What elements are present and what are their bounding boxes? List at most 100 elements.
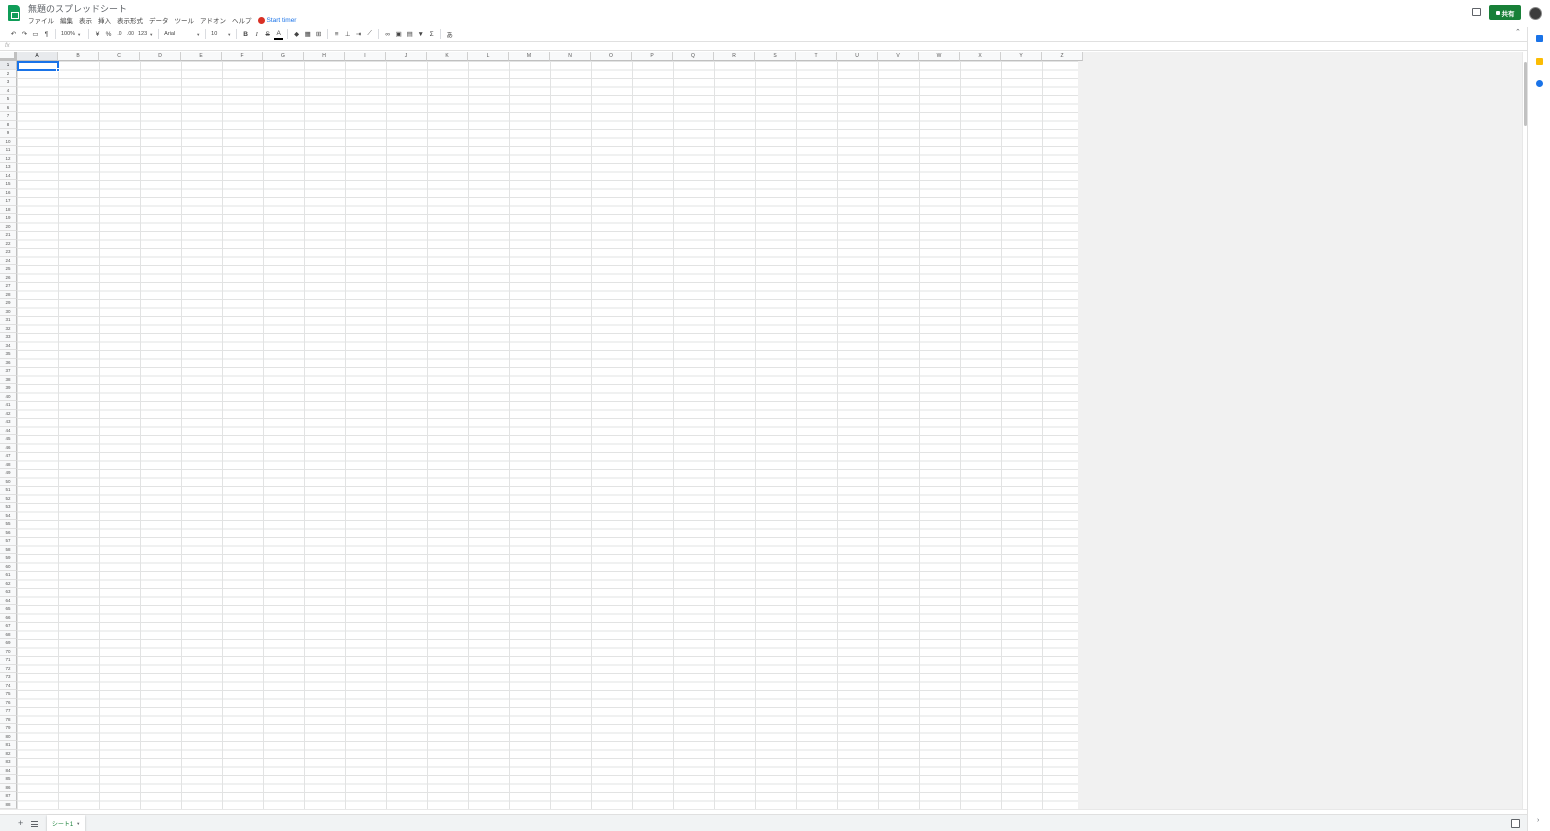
row-header[interactable]: 9: [0, 129, 17, 138]
share-button[interactable]: 共有: [1489, 5, 1521, 20]
column-header[interactable]: M: [509, 52, 550, 61]
row-header[interactable]: 16: [0, 188, 17, 197]
row-header[interactable]: 2: [0, 69, 17, 78]
row-header[interactable]: 76: [0, 698, 17, 707]
column-header[interactable]: W: [919, 52, 960, 61]
select-all-corner[interactable]: [0, 52, 17, 61]
row-header[interactable]: 4: [0, 86, 17, 95]
row-header[interactable]: 80: [0, 732, 17, 741]
row-header[interactable]: 31: [0, 316, 17, 325]
row-header[interactable]: 38: [0, 375, 17, 384]
row-header[interactable]: 36: [0, 358, 17, 367]
zoom-select[interactable]: 100% ▼: [59, 29, 85, 40]
row-header[interactable]: 75: [0, 690, 17, 699]
column-header[interactable]: L: [468, 52, 509, 61]
row-header[interactable]: 1: [0, 61, 17, 70]
undo-icon[interactable]: ↶: [9, 28, 18, 40]
cell-area[interactable]: [17, 61, 1078, 809]
row-header[interactable]: 79: [0, 724, 17, 733]
insert-chart-icon[interactable]: ▤: [405, 28, 414, 40]
row-header[interactable]: 8: [0, 120, 17, 129]
active-cell-a1[interactable]: [17, 61, 59, 71]
row-header[interactable]: 53: [0, 503, 17, 512]
redo-icon[interactable]: ↷: [20, 28, 29, 40]
text-rotation-icon[interactable]: ⟋: [365, 28, 374, 40]
column-header[interactable]: S: [755, 52, 796, 61]
row-header[interactable]: 17: [0, 197, 17, 206]
comment-history-icon[interactable]: [1472, 8, 1481, 16]
row-header[interactable]: 45: [0, 435, 17, 444]
row-header[interactable]: 69: [0, 639, 17, 648]
column-header[interactable]: N: [550, 52, 591, 61]
row-header[interactable]: 30: [0, 307, 17, 316]
font-size-select[interactable]: 10 ▼: [209, 29, 233, 40]
row-header[interactable]: 82: [0, 749, 17, 758]
row-header[interactable]: 66: [0, 613, 17, 622]
text-color-button[interactable]: A: [274, 28, 284, 40]
row-header[interactable]: 54: [0, 511, 17, 520]
row-header[interactable]: 41: [0, 401, 17, 410]
formula-bar[interactable]: fx: [0, 41, 1527, 51]
column-header[interactable]: V: [878, 52, 919, 61]
row-header[interactable]: 18: [0, 205, 17, 214]
column-header[interactable]: K: [427, 52, 468, 61]
menu-file[interactable]: ファイル: [28, 15, 54, 25]
row-header[interactable]: 84: [0, 766, 17, 775]
column-header[interactable]: I: [345, 52, 386, 61]
avatar[interactable]: [1529, 7, 1542, 20]
row-header[interactable]: 49: [0, 469, 17, 478]
row-header[interactable]: 59: [0, 554, 17, 563]
row-header[interactable]: 52: [0, 494, 17, 503]
chevron-down-icon[interactable]: ▼: [76, 821, 80, 826]
row-header[interactable]: 10: [0, 137, 17, 146]
document-title[interactable]: 無題のスプレッドシート: [28, 2, 127, 15]
row-header[interactable]: 68: [0, 630, 17, 639]
borders-icon[interactable]: ▦: [303, 28, 312, 40]
row-header[interactable]: 81: [0, 741, 17, 750]
row-header[interactable]: 15: [0, 180, 17, 189]
row-header[interactable]: 12: [0, 154, 17, 163]
row-header[interactable]: 83: [0, 758, 17, 767]
row-header[interactable]: 35: [0, 350, 17, 359]
column-header[interactable]: R: [714, 52, 755, 61]
row-header[interactable]: 43: [0, 418, 17, 427]
keep-icon[interactable]: [1536, 58, 1543, 65]
row-header[interactable]: 6: [0, 103, 17, 112]
column-header[interactable]: H: [304, 52, 345, 61]
filter-icon[interactable]: ▼: [416, 28, 425, 40]
row-header[interactable]: 48: [0, 460, 17, 469]
row-header[interactable]: 56: [0, 528, 17, 537]
menu-data[interactable]: データ: [149, 15, 169, 25]
tasks-icon[interactable]: [1536, 80, 1543, 87]
row-header[interactable]: 50: [0, 477, 17, 486]
column-header[interactable]: J: [386, 52, 427, 61]
column-header[interactable]: Q: [673, 52, 714, 61]
chevron-right-icon[interactable]: ›: [1537, 817, 1539, 824]
row-header[interactable]: 87: [0, 792, 17, 801]
column-header[interactable]: X: [960, 52, 1001, 61]
italic-button[interactable]: I: [252, 28, 261, 40]
explore-icon[interactable]: [1511, 819, 1520, 828]
horizontal-align-icon[interactable]: ≡: [332, 28, 341, 40]
row-header[interactable]: 34: [0, 341, 17, 350]
font-select[interactable]: Arial ▼: [162, 29, 202, 40]
row-header[interactable]: 13: [0, 163, 17, 172]
row-header[interactable]: 24: [0, 256, 17, 265]
row-header[interactable]: 21: [0, 231, 17, 240]
paint-format-icon[interactable]: ¶: [42, 28, 51, 40]
row-header[interactable]: 11: [0, 146, 17, 155]
column-header[interactable]: C: [99, 52, 140, 61]
row-header[interactable]: 71: [0, 656, 17, 665]
strikethrough-button[interactable]: S: [263, 28, 272, 40]
row-header[interactable]: 7: [0, 112, 17, 121]
row-header[interactable]: 62: [0, 579, 17, 588]
currency-format-button[interactable]: ¥: [93, 28, 102, 40]
row-header[interactable]: 64: [0, 596, 17, 605]
row-header[interactable]: 3: [0, 78, 17, 87]
row-header[interactable]: 26: [0, 273, 17, 282]
row-header[interactable]: 65: [0, 605, 17, 614]
row-header[interactable]: 33: [0, 333, 17, 342]
row-header[interactable]: 74: [0, 681, 17, 690]
column-header[interactable]: G: [263, 52, 304, 61]
collapse-menus-icon[interactable]: ⌃: [1515, 28, 1521, 36]
